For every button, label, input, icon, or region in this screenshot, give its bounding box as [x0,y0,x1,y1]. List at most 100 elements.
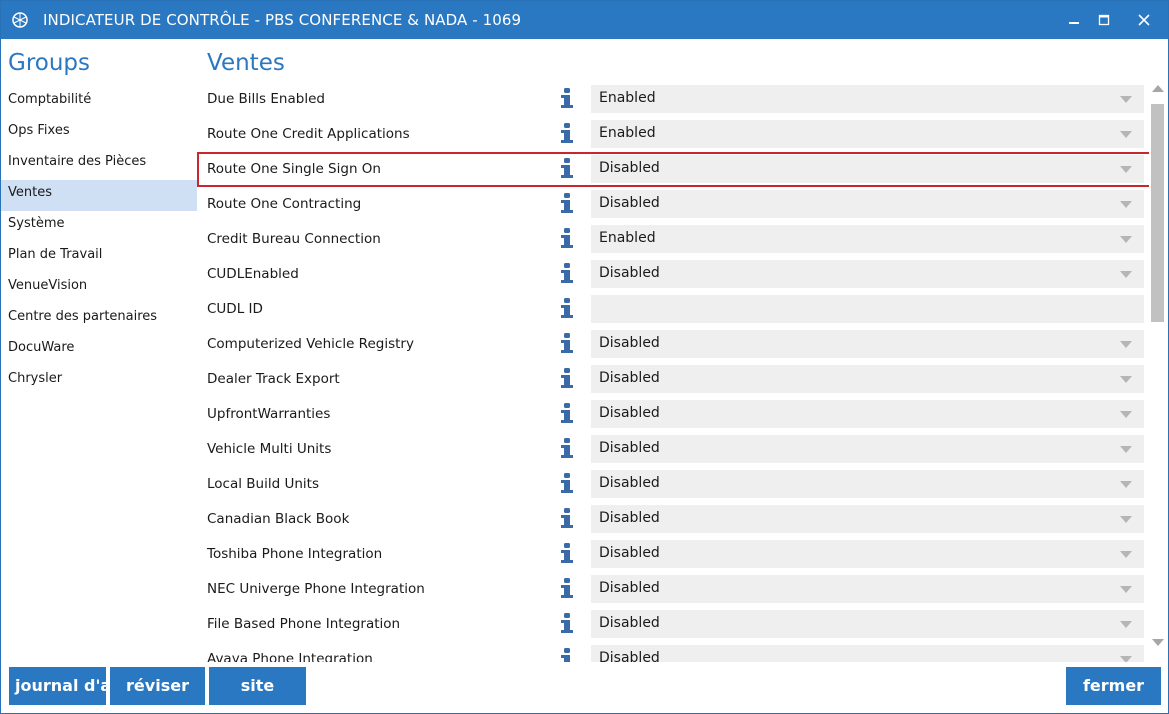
info-icon[interactable] [560,647,574,662]
setting-value: Disabled [599,405,660,421]
groups-heading: Groups [8,50,91,76]
setting-value: Disabled [599,265,660,281]
setting-label: NEC Univerge Phone Integration [207,581,425,597]
window-title: INDICATEUR DE CONTRÔLE - PBS CONFERENCE … [43,11,522,29]
setting-row: Canadian Black Book Disabled [197,502,1149,537]
info-icon[interactable] [560,192,574,214]
setting-dropdown[interactable]: Disabled [591,610,1144,638]
group-item[interactable]: Comptabilité [1,87,197,118]
info-icon[interactable] [560,542,574,564]
setting-row: Credit Bureau Connection Enabled [197,222,1149,257]
scroll-down-arrow-icon[interactable] [1152,639,1164,647]
chevron-down-icon[interactable] [1120,236,1132,243]
setting-dropdown[interactable]: Enabled [591,120,1144,148]
setting-value: Disabled [599,510,660,526]
setting-dropdown[interactable]: Disabled [591,505,1144,533]
groups-list: Comptabilité Ops Fixes Inventaire des Pièc… [1,87,197,397]
setting-dropdown[interactable]: Enabled [591,225,1144,253]
setting-dropdown[interactable]: Disabled [591,645,1144,662]
chevron-down-icon[interactable] [1120,201,1132,208]
setting-dropdown[interactable]: Disabled [591,155,1144,183]
info-icon[interactable] [560,122,574,144]
setting-dropdown[interactable]: Enabled [591,85,1144,113]
audit-log-button[interactable]: journal d'audit [9,667,106,705]
section-heading: Ventes [207,50,285,76]
chevron-down-icon[interactable] [1120,621,1132,628]
info-icon[interactable] [560,332,574,354]
chevron-down-icon[interactable] [1120,271,1132,278]
chevron-down-icon[interactable] [1120,131,1132,138]
group-item[interactable]: Système [1,211,197,242]
setting-label: Toshiba Phone Integration [207,546,383,562]
info-icon[interactable] [560,227,574,249]
group-item[interactable]: Plan de Travail [1,242,197,273]
info-icon[interactable] [560,402,574,424]
scroll-thumb[interactable] [1151,104,1164,322]
info-icon[interactable] [560,577,574,599]
info-icon[interactable] [560,87,574,109]
setting-value: Disabled [599,650,660,662]
setting-row: CUDLEnabled Disabled [197,257,1149,292]
setting-dropdown[interactable]: Disabled [591,435,1144,463]
setting-value: Enabled [599,230,656,246]
scroll-up-arrow-icon[interactable] [1152,84,1164,92]
setting-value: Disabled [599,440,660,456]
chevron-down-icon[interactable] [1120,341,1132,348]
group-item[interactable]: Centre des partenaires [1,304,197,335]
info-icon[interactable] [560,367,574,389]
chevron-down-icon[interactable] [1120,481,1132,488]
group-item[interactable]: Chrysler [1,366,197,397]
setting-dropdown[interactable]: Disabled [591,260,1144,288]
setting-label: Route One Contracting [207,196,362,212]
chevron-down-icon[interactable] [1120,96,1132,103]
minimize-icon[interactable] [1064,10,1084,30]
setting-dropdown[interactable]: Disabled [591,190,1144,218]
info-icon[interactable] [560,262,574,284]
maximize-icon[interactable] [1094,10,1114,30]
title-bar[interactable]: INDICATEUR DE CONTRÔLE - PBS CONFERENCE … [1,1,1168,39]
info-icon[interactable] [560,472,574,494]
setting-dropdown[interactable]: Disabled [591,575,1144,603]
setting-dropdown[interactable]: Disabled [591,365,1144,393]
chevron-down-icon[interactable] [1120,656,1132,662]
close-button[interactable]: fermer [1066,667,1161,705]
group-item[interactable]: VenueVision [1,273,197,304]
group-item[interactable]: Ventes [1,180,197,211]
group-item[interactable]: Inventaire des Pièces [1,149,197,180]
setting-dropdown[interactable]: Disabled [591,400,1144,428]
setting-dropdown[interactable]: Disabled [591,470,1144,498]
settings-scrollbar[interactable] [1149,82,1167,662]
setting-label: Dealer Track Export [207,371,340,387]
setting-label: Local Build Units [207,476,319,492]
setting-dropdown[interactable]: Disabled [591,330,1144,358]
info-icon[interactable] [560,507,574,529]
setting-value: Disabled [599,160,660,176]
setting-dropdown[interactable]: Disabled [591,540,1144,568]
review-button[interactable]: réviser [110,667,205,705]
setting-row: Dealer Track Export Disabled [197,362,1149,397]
site-button[interactable]: site [209,667,306,705]
group-item[interactable]: DocuWare [1,335,197,366]
info-icon[interactable] [560,437,574,459]
setting-row: File Based Phone Integration Disabled [197,607,1149,642]
setting-label: Computerized Vehicle Registry [207,336,414,352]
chevron-down-icon[interactable] [1120,586,1132,593]
setting-value: Disabled [599,545,660,561]
chevron-down-icon[interactable] [1120,446,1132,453]
info-icon[interactable] [560,612,574,634]
setting-row: Vehicle Multi Units Disabled [197,432,1149,467]
setting-text-field[interactable] [591,295,1144,323]
chevron-down-icon[interactable] [1120,376,1132,383]
info-icon[interactable] [560,157,574,179]
chevron-down-icon[interactable] [1120,516,1132,523]
info-icon[interactable] [560,297,574,319]
group-item[interactable]: Ops Fixes [1,118,197,149]
setting-label: CUDL ID [207,301,263,317]
settings-list: Due Bills Enabled Enabled Route One Credit… [197,82,1149,662]
chevron-down-icon[interactable] [1120,411,1132,418]
chevron-down-icon[interactable] [1120,551,1132,558]
close-icon[interactable] [1134,10,1154,30]
chevron-down-icon[interactable] [1120,166,1132,173]
setting-label: File Based Phone Integration [207,616,401,632]
setting-row: Route One Contracting Disabled [197,187,1149,222]
